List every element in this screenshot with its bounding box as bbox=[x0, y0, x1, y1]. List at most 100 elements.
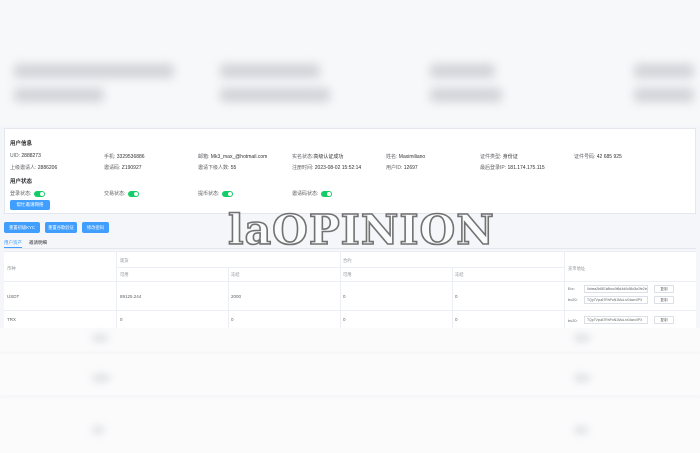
row-trx-spot-available: 0 bbox=[120, 317, 123, 322]
login-status-switch[interactable] bbox=[34, 190, 46, 197]
row-trx-currency: TRX bbox=[7, 317, 16, 322]
header-divider bbox=[4, 281, 696, 282]
blurred-text bbox=[430, 88, 502, 102]
email-label: 邮箱: bbox=[198, 154, 210, 160]
register-time-label: 注册时间: bbox=[292, 165, 314, 171]
change-password-button[interactable]: 修改密码 bbox=[82, 222, 109, 233]
trade-status-item: 交易状态: bbox=[104, 190, 140, 197]
reset-google-auth-button[interactable]: 重置谷歌验证 bbox=[45, 222, 77, 233]
column-divider bbox=[116, 252, 117, 329]
tab-invite-details[interactable]: 邀请明细 bbox=[29, 240, 47, 246]
user-info-card: 用户信息 UID: 2888273 手机: 3329536886 邮箱: Mk3… bbox=[4, 128, 696, 214]
header-spot: 现货 bbox=[120, 258, 129, 263]
blurred-text bbox=[220, 88, 330, 102]
uid-field: UID: 2888273 bbox=[10, 153, 41, 159]
tab-active-indicator bbox=[4, 247, 22, 248]
row-usdt-spot-frozen: 2000 bbox=[231, 294, 242, 299]
column-divider bbox=[452, 267, 453, 329]
real-name-status-value: 高级认证成功 bbox=[313, 154, 344, 160]
uid-value: 2888273 bbox=[21, 153, 41, 159]
user-status-title: 用户状态 bbox=[10, 179, 33, 185]
copy-button-erc[interactable]: 复制 bbox=[654, 285, 674, 293]
column-divider bbox=[564, 252, 565, 329]
last-ip-value: 181.174.175.115 bbox=[507, 165, 545, 171]
id-number-value: 42 685 925 bbox=[596, 154, 622, 160]
inviter-label: 上级邀请人: bbox=[10, 165, 37, 171]
id-type-value: 身份证 bbox=[502, 154, 518, 160]
blurred-text bbox=[92, 374, 110, 382]
invite-code-status-switch[interactable] bbox=[321, 190, 333, 197]
blurred-footer bbox=[0, 328, 700, 453]
reset-kyc-button[interactable]: 重置初级KYC bbox=[4, 222, 40, 233]
id-type-label: 证件类型: bbox=[480, 154, 502, 160]
email-value: Mk3_max_@hotmail.com bbox=[210, 154, 268, 160]
copy-button-trc20[interactable]: 复制 bbox=[654, 296, 674, 304]
blurred-text bbox=[14, 64, 174, 78]
address-field-trc20[interactable]: TQp7Vpu67RhPoN1MuLnX4wrc0PX bbox=[584, 296, 648, 304]
column-divider bbox=[228, 267, 229, 329]
address-field-trx-trc20[interactable]: TQp7Vpu67RhPoN1MuLnX4wrc0PX bbox=[584, 316, 648, 324]
blurred-text bbox=[92, 334, 108, 342]
address-field-erc[interactable]: 0xbea2b887a8bcc0f6d4d0c58d3e2fe2bf bbox=[584, 285, 648, 293]
register-time-field: 注册时间: 2023-08-02 15:52:14 bbox=[292, 164, 361, 171]
trade-status-label: 交易状态: bbox=[104, 191, 126, 197]
invitees-label: 邀请下级人数: bbox=[198, 165, 230, 171]
phone-value: 3329536886 bbox=[116, 154, 145, 160]
withdraw-status-switch[interactable] bbox=[222, 190, 234, 197]
invite-code-value: Z190927 bbox=[121, 165, 142, 171]
register-time-value: 2023-08-02 15:52:14 bbox=[314, 165, 362, 171]
blurred-text bbox=[634, 88, 694, 102]
invite-code-label: 邀请码: bbox=[104, 165, 121, 171]
real-name-status-field: 实名状态:高级认证成功 bbox=[292, 153, 343, 160]
assets-table: 币种 现货 合约 充币地址 可用 冻结 可用 冻结 USDT 89125.244… bbox=[4, 251, 696, 329]
invite-code-field: 邀请码: Z190927 bbox=[104, 164, 142, 171]
invite-code-status-label: 邀请码状态: bbox=[292, 191, 319, 197]
address-label-trx-trc20: trc20: bbox=[568, 319, 578, 323]
id-type-field: 证件类型: 身份证 bbox=[480, 153, 518, 160]
copy-button-trx-trc20[interactable]: 复制 bbox=[654, 316, 674, 324]
address-label-erc: Erc: bbox=[568, 287, 575, 291]
row-usdt-contract-frozen: 0 bbox=[455, 294, 458, 299]
blurred-text bbox=[220, 64, 320, 78]
real-name-status-label: 实名状态: bbox=[292, 154, 314, 160]
user-id-label: 用户ID: bbox=[386, 165, 403, 171]
header-spot-available: 可用 bbox=[120, 272, 129, 277]
header-contract: 合约 bbox=[343, 258, 352, 263]
trade-status-switch[interactable] bbox=[128, 190, 140, 197]
tab-user-assets[interactable]: 用户资产 bbox=[4, 240, 22, 246]
id-number-field: 证件号码: 42 685 925 bbox=[574, 153, 622, 160]
login-status-label: 登录状态: bbox=[10, 191, 32, 197]
last-ip-label: 最后登录IP: bbox=[480, 165, 507, 171]
help-invite-button[interactable]: 帮忙邀请网络 bbox=[10, 200, 50, 210]
header-spot-frozen: 冻结 bbox=[231, 272, 240, 277]
inviter-value: 2886206 bbox=[37, 165, 58, 171]
row-usdt-currency: USDT bbox=[7, 294, 20, 299]
blurred-text bbox=[574, 334, 590, 342]
header-contract-available: 可用 bbox=[343, 272, 352, 277]
blurred-text bbox=[574, 426, 588, 434]
last-ip-field: 最后登录IP: 181.174.175.115 bbox=[480, 164, 545, 171]
blurred-text bbox=[634, 64, 694, 78]
blurred-text bbox=[574, 374, 590, 382]
user-id-field: 用户ID: 12697 bbox=[386, 164, 418, 171]
name-value: Maximiliano bbox=[398, 154, 426, 160]
user-info-title: 用户信息 bbox=[10, 141, 33, 147]
id-number-label: 证件号码: bbox=[574, 154, 596, 160]
header-contract-frozen: 冻结 bbox=[455, 272, 464, 277]
watermark-logo: laOPINION bbox=[227, 205, 495, 255]
blurred-divider bbox=[0, 352, 700, 353]
blurred-header bbox=[0, 0, 700, 125]
header-deposit-address: 充币地址 bbox=[568, 266, 586, 271]
row-trx-contract-frozen: 0 bbox=[455, 317, 458, 322]
invitees-value: 55 bbox=[230, 165, 237, 171]
user-id-value: 12697 bbox=[403, 165, 418, 171]
phone-field: 手机: 3329536886 bbox=[104, 153, 145, 160]
column-divider bbox=[340, 252, 341, 329]
email-field: 邮箱: Mk3_max_@hotmail.com bbox=[198, 153, 267, 160]
page-root: 用户信息 UID: 2888273 手机: 3329536886 邮箱: Mk3… bbox=[0, 0, 700, 453]
name-label: 姓名: bbox=[386, 154, 398, 160]
row-usdt-spot-available: 89125.244 bbox=[120, 294, 142, 299]
blurred-text bbox=[14, 88, 104, 102]
withdraw-status-label: 提币状态: bbox=[198, 191, 220, 197]
row-trx-contract-available: 0 bbox=[343, 317, 346, 322]
